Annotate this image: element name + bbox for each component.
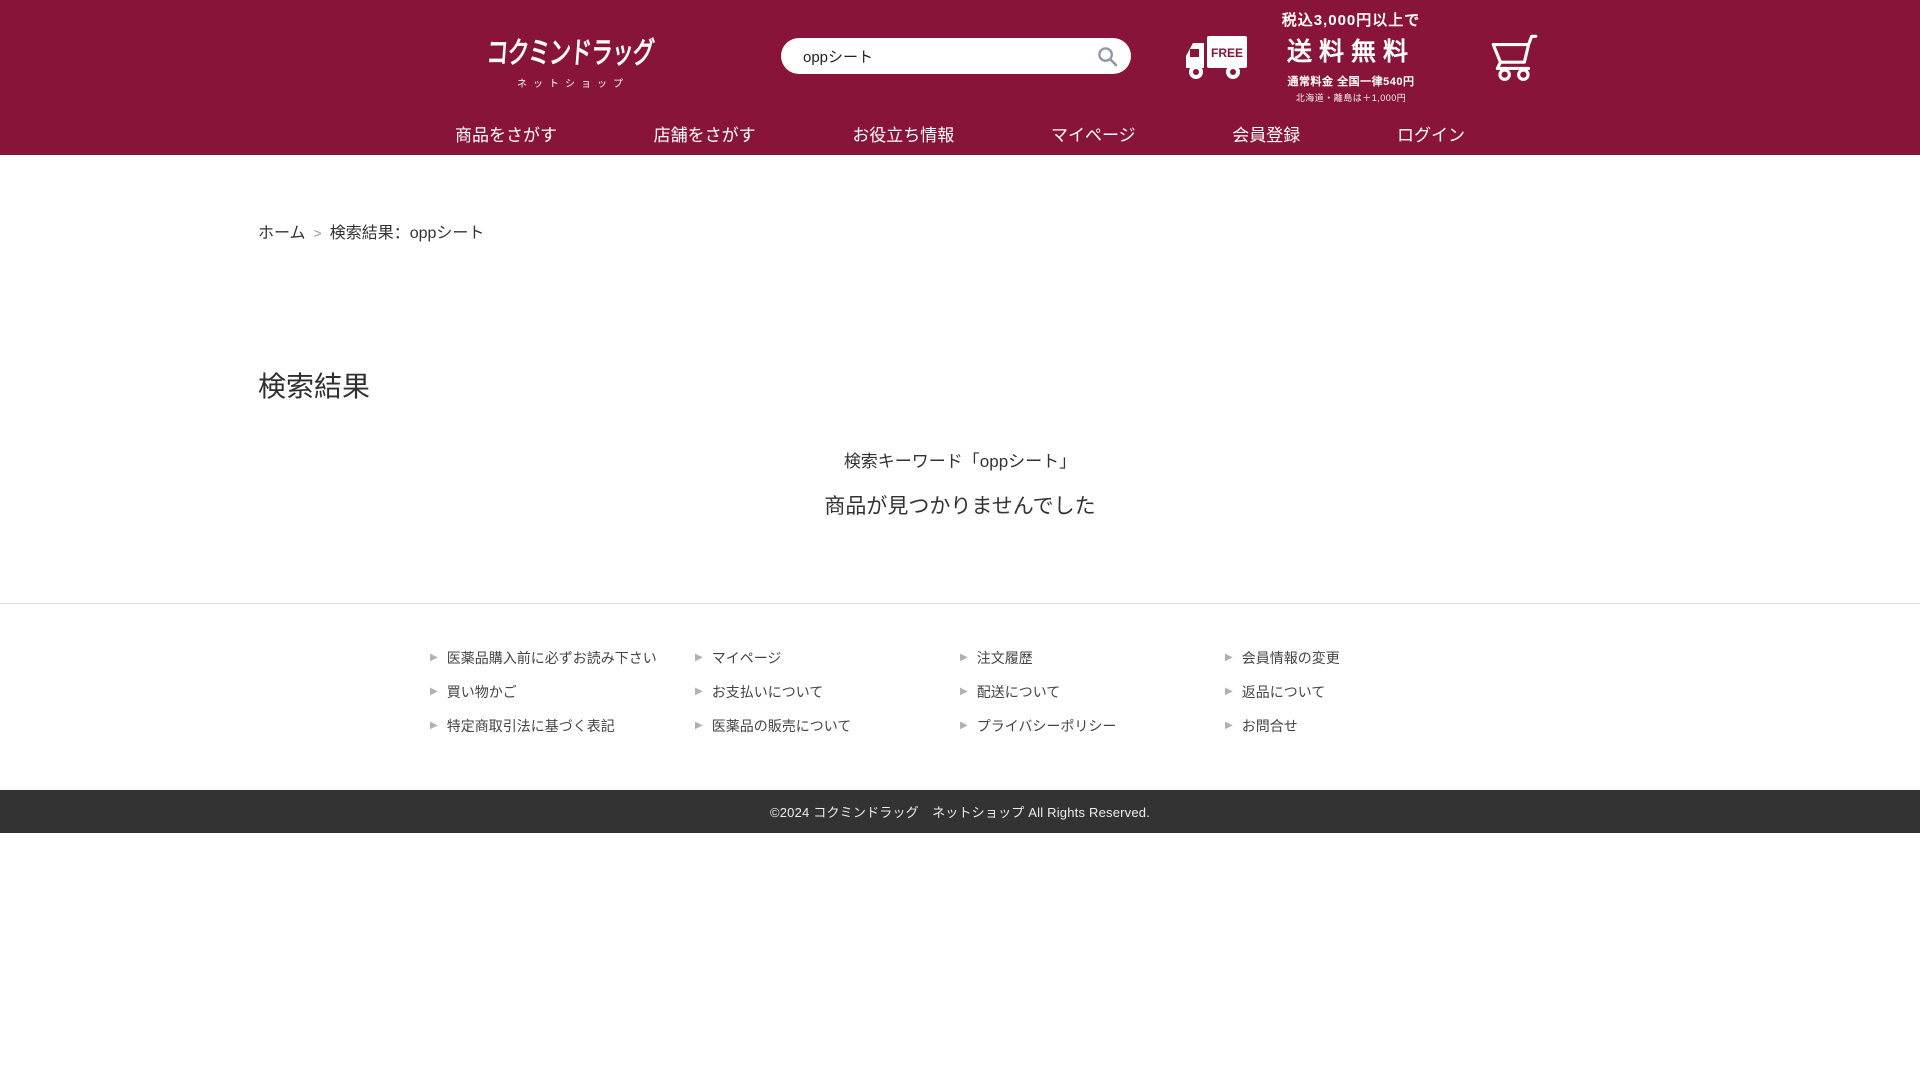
arrow-right-icon: ▶ bbox=[1225, 653, 1233, 663]
no-results-message: 商品が見つかりませんでした bbox=[0, 490, 1920, 520]
breadcrumb: ホーム > 検索結果：oppシート bbox=[0, 219, 1920, 243]
search-button[interactable] bbox=[1096, 45, 1119, 68]
site-header: コクミンドラッグ ネットショップ FREE bbox=[0, 0, 1920, 155]
footer-link-label: 会員情報の変更 bbox=[1242, 648, 1340, 668]
footer-links-grid: ▶ 医薬品購入前に必ずお読み下さい ▶ マイページ ▶ 注文履歴 ▶ 会員情報の変更 ▶… bbox=[430, 648, 1490, 736]
footer-link-delivery[interactable]: ▶ 配送について bbox=[960, 682, 1225, 702]
arrow-right-icon: ▶ bbox=[960, 653, 968, 663]
footer-link-drug-notice[interactable]: ▶ 医薬品購入前に必ずお読み下さい bbox=[430, 648, 695, 668]
search-keyword-line: 検索キーワード「oppシート」 bbox=[0, 447, 1920, 472]
svg-text:FREE: FREE bbox=[1211, 46, 1243, 60]
search-bar bbox=[781, 38, 1131, 74]
arrow-right-icon: ▶ bbox=[695, 687, 703, 697]
copyright-bar: ©2024 コクミンドラッグ ネットショップ All Rights Reserv… bbox=[0, 790, 1920, 833]
cart-icon bbox=[1487, 69, 1541, 84]
breadcrumb-separator: > bbox=[314, 225, 322, 241]
footer-link-label: 医薬品の販売について bbox=[712, 716, 852, 736]
footer-link-cart[interactable]: ▶ 買い物かご bbox=[430, 682, 695, 702]
site-logo[interactable]: コクミンドラッグ ネットショップ bbox=[487, 28, 719, 90]
header-top-row: コクミンドラッグ ネットショップ FREE bbox=[455, 0, 1465, 112]
footer-link-returns[interactable]: ▶ 返品について bbox=[1225, 682, 1490, 702]
footer-link-contact[interactable]: ▶ お問合せ bbox=[1225, 716, 1490, 736]
shipping-normal-fee: 通常料金 全国一律540円 bbox=[1257, 73, 1445, 89]
arrow-right-icon: ▶ bbox=[430, 721, 438, 731]
footer-link-commerce-law[interactable]: ▶ 特定商取引法に基づく表記 bbox=[430, 716, 695, 736]
arrow-right-icon: ▶ bbox=[430, 687, 438, 697]
footer-link-label: プライバシーポリシー bbox=[977, 716, 1117, 736]
footer-link-label: 医薬品購入前に必ずお読み下さい bbox=[447, 648, 657, 668]
footer-link-label: お支払いについて bbox=[712, 682, 824, 702]
nav-item-mypage[interactable]: マイページ bbox=[1051, 121, 1136, 146]
free-shipping-banner: FREE 税込3,000円以上で 送料無料 通常料金 全国一律540円 北海道・… bbox=[1183, 9, 1445, 104]
arrow-right-icon: ▶ bbox=[695, 721, 703, 731]
footer-link-label: 配送について bbox=[977, 682, 1061, 702]
footer-link-label: 特定商取引法に基づく表記 bbox=[447, 716, 615, 736]
shipping-free-label: 送料無料 bbox=[1257, 32, 1445, 68]
search-input[interactable] bbox=[781, 38, 1131, 74]
cart-button[interactable] bbox=[1487, 31, 1541, 81]
footer-link-label: 注文履歴 bbox=[977, 648, 1033, 668]
footer-link-label: 返品について bbox=[1242, 682, 1326, 702]
copyright-text: ©2024 コクミンドラッグ ネットショップ All Rights Reserv… bbox=[770, 802, 1150, 821]
arrow-right-icon: ▶ bbox=[430, 653, 438, 663]
site-logo-subtext: ネットショップ bbox=[487, 75, 659, 90]
shipping-remote-fee: 北海道・離島は＋1,000円 bbox=[1257, 91, 1445, 104]
main-content: ホーム > 検索結果：oppシート 検索結果 検索キーワード「oppシート」 商品が… bbox=[0, 155, 1920, 603]
nav-item-stores[interactable]: 店舗をさがす bbox=[654, 121, 756, 146]
footer-links-section: ▶ 医薬品購入前に必ずお読み下さい ▶ マイページ ▶ 注文履歴 ▶ 会員情報の変更 ▶… bbox=[0, 603, 1920, 790]
footer-link-order-history[interactable]: ▶ 注文履歴 bbox=[960, 648, 1225, 668]
breadcrumb-home-link[interactable]: ホーム bbox=[258, 225, 306, 242]
footer-link-label: 買い物かご bbox=[447, 682, 517, 702]
page-title: 検索結果 bbox=[0, 365, 1920, 405]
nav-item-login[interactable]: ログイン bbox=[1397, 121, 1465, 146]
footer-link-label: お問合せ bbox=[1242, 716, 1298, 736]
search-icon bbox=[1096, 56, 1119, 71]
footer-link-privacy-policy[interactable]: ▶ プライバシーポリシー bbox=[960, 716, 1225, 736]
main-nav: 商品をさがす 店舗をさがす お役立ち情報 マイページ 会員登録 ログイン bbox=[455, 112, 1465, 155]
shipping-threshold: 税込3,000円以上で bbox=[1257, 9, 1445, 30]
arrow-right-icon: ▶ bbox=[1225, 721, 1233, 731]
nav-item-products[interactable]: 商品をさがす bbox=[455, 121, 557, 146]
footer-link-label: マイページ bbox=[712, 648, 782, 668]
site-logo-text: コクミンドラッグ bbox=[485, 28, 655, 72]
free-shipping-truck-icon: FREE bbox=[1183, 30, 1249, 82]
free-shipping-text: 税込3,000円以上で 送料無料 通常料金 全国一律540円 北海道・離島は＋1… bbox=[1257, 9, 1445, 104]
nav-item-register[interactable]: 会員登録 bbox=[1232, 121, 1300, 146]
nav-item-info[interactable]: お役立ち情報 bbox=[852, 121, 954, 146]
arrow-right-icon: ▶ bbox=[960, 687, 968, 697]
footer-link-member-info[interactable]: ▶ 会員情報の変更 bbox=[1225, 648, 1490, 668]
arrow-right-icon: ▶ bbox=[695, 653, 703, 663]
arrow-right-icon: ▶ bbox=[1225, 687, 1233, 697]
footer-link-payment[interactable]: ▶ お支払いについて bbox=[695, 682, 960, 702]
site-footer: ▶ 医薬品購入前に必ずお読み下さい ▶ マイページ ▶ 注文履歴 ▶ 会員情報の変更 ▶… bbox=[0, 603, 1920, 833]
breadcrumb-current: 検索結果：oppシート bbox=[330, 225, 485, 242]
footer-link-mypage[interactable]: ▶ マイページ bbox=[695, 648, 960, 668]
footer-link-drug-sales[interactable]: ▶ 医薬品の販売について bbox=[695, 716, 960, 736]
arrow-right-icon: ▶ bbox=[960, 721, 968, 731]
